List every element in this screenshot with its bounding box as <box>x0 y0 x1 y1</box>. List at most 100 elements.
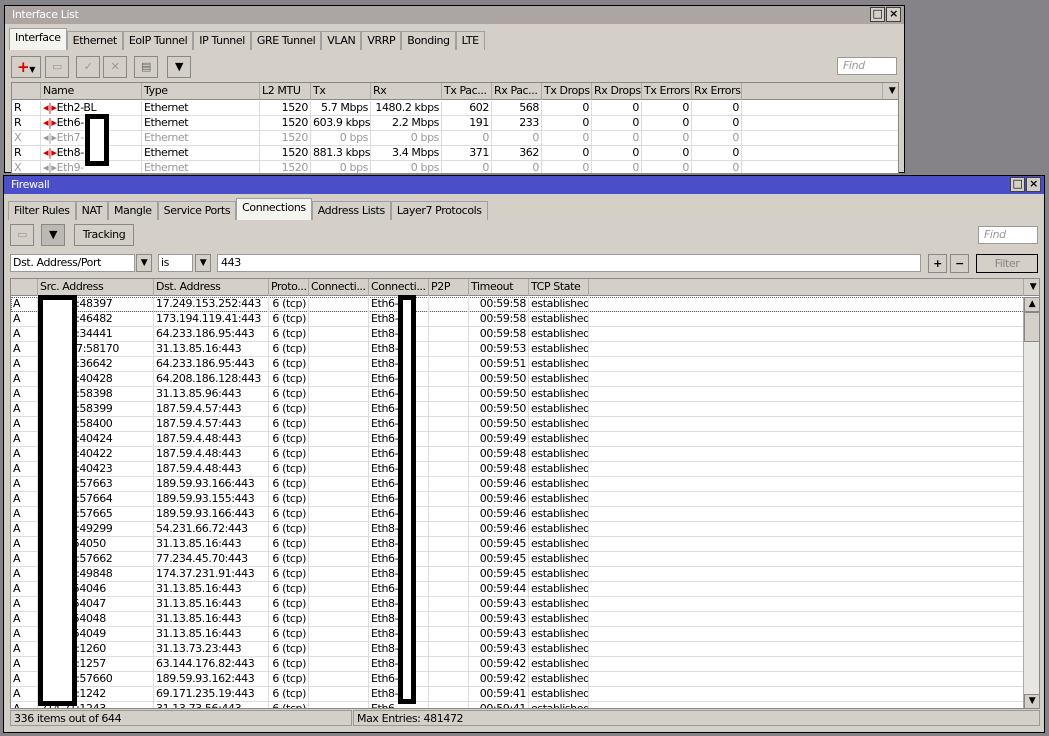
column-header[interactable] <box>11 279 38 296</box>
chevron-down-icon[interactable]: ▼ <box>195 254 211 272</box>
chevron-down-icon[interactable]: ▼ <box>136 254 152 272</box>
tab-ethernet[interactable]: Ethernet <box>66 31 123 50</box>
find-input[interactable]: Find <box>978 226 1038 244</box>
column-header[interactable]: Timeout <box>469 279 529 296</box>
column-header[interactable]: Proto... <box>269 279 309 296</box>
column-header[interactable]: Name <box>41 83 142 100</box>
tab-connections[interactable]: Connections <box>236 198 312 220</box>
tab-eoip-tunnel[interactable]: EoIP Tunnel <box>122 31 194 50</box>
scroll-up-icon[interactable]: ▲ <box>1024 297 1039 312</box>
table-row[interactable]: A214.55:5839831.13.85.96:4436 (tcp)Eth6-… <box>11 387 1039 402</box>
remove-button[interactable]: ▭ <box>10 224 34 246</box>
column-header[interactable]: Tx Pac... <box>442 83 492 100</box>
table-row[interactable]: A214.21:124331.13.73.56:4436 (tcp)Eth6-0… <box>11 702 1039 708</box>
table-row[interactable]: A214.44:57663189.59.93.166:4436 (tcp)Eth… <box>11 477 1039 492</box>
table-row[interactable]: A214.39:46482173.194.119.41:4436 (tcp)Et… <box>11 312 1039 327</box>
table-row[interactable]: A214.6:5404831.13.85.16:4436 (tcp)Eth8-0… <box>11 612 1039 627</box>
table-row[interactable]: A214.44:57664189.59.93.155:4436 (tcp)Eth… <box>11 492 1039 507</box>
table-row[interactable]: A214.42:4042864.208.186.128:4436 (tcp)Et… <box>11 372 1039 387</box>
tab-bonding[interactable]: Bonding <box>401 31 456 50</box>
table-row[interactable]: A214.42:40424187.59.4.48:4436 (tcp)Eth6-… <box>11 432 1039 447</box>
tab-ip-tunnel[interactable]: IP Tunnel <box>193 31 251 50</box>
remove-filter-button[interactable]: − <box>950 254 969 273</box>
table-row[interactable]: A214.44:57665189.59.93.166:4436 (tcp)Eth… <box>11 507 1039 522</box>
tab-filter-rules[interactable]: Filter Rules <box>8 201 76 220</box>
table-row[interactable]: R ◂|▸Eth2-BL Ethernet 1520 5.7 Mbps 1480.2 kb… <box>12 101 898 116</box>
table-row[interactable]: A214.21:126031.13.73.23:4436 (tcp)Eth8-0… <box>11 642 1039 657</box>
column-header[interactable]: Tx Drops <box>542 83 592 100</box>
apply-filter-button[interactable]: Filter <box>976 254 1038 273</box>
scroll-down-icon[interactable]: ▼ <box>1024 694 1039 708</box>
tab-address-lists[interactable]: Address Lists <box>311 201 391 220</box>
remove-button[interactable]: ▭ <box>45 56 69 78</box>
tab-lte[interactable]: LTE <box>455 31 485 50</box>
tab-nat[interactable]: NAT <box>75 201 109 220</box>
tab-mangle[interactable]: Mangle <box>108 201 158 220</box>
column-header[interactable]: Rx Drops <box>592 83 642 100</box>
disable-button[interactable]: ✕ <box>103 56 127 78</box>
table-row[interactable]: A 214.227:58170 31.13.85.16:443 6 (tcp) Eth8… <box>11 342 1039 357</box>
column-header[interactable] <box>12 83 41 100</box>
tab-vrrp[interactable]: VRRP <box>361 31 402 50</box>
column-header[interactable]: Rx Pac... <box>492 83 542 100</box>
enable-button[interactable]: ✓ <box>76 56 100 78</box>
table-row[interactable]: A214.15:4839717.249.153.252:4436 (tcp)Et… <box>11 297 1039 312</box>
table-row[interactable]: A214.39:3664264.233.186.95:4436 (tcp)Eth… <box>11 357 1039 372</box>
tab-interface[interactable]: Interface <box>9 28 67 50</box>
filter-value-input[interactable]: 443 <box>217 254 921 272</box>
scrollbar[interactable]: ▲ ▼ <box>1023 297 1039 708</box>
column-header[interactable]: Rx <box>371 83 442 100</box>
tab-service-ports[interactable]: Service Ports <box>157 201 237 220</box>
filter-operator-select[interactable]: is <box>158 254 193 272</box>
firewall-title-bar[interactable]: Firewall □ × <box>4 176 1044 194</box>
column-header[interactable]: TCP State <box>529 279 589 296</box>
table-row[interactable]: A214.44:5766277.234.45.70:4436 (tcp)Eth6… <box>11 552 1039 567</box>
table-row[interactable]: R ◂|▸Eth6- Ethernet 1520 603.9 kbps 2.2 Mbps 1… <box>12 116 898 131</box>
table-row[interactable]: A214.55:58399187.59.4.57:4436 (tcp)Eth6-… <box>11 402 1039 417</box>
maximize-icon[interactable]: □ <box>1010 177 1025 192</box>
table-row[interactable]: A214.6:5404931.13.85.16:4436 (tcp)Eth8-0… <box>11 627 1039 642</box>
column-header[interactable]: Tx <box>311 83 371 100</box>
column-header[interactable]: P2P <box>429 279 469 296</box>
table-row[interactable]: A214.55:58400187.59.4.57:4436 (tcp)Eth6-… <box>11 417 1039 432</box>
find-input[interactable]: Find <box>837 57 897 75</box>
close-icon[interactable]: × <box>886 7 901 22</box>
maximize-icon[interactable]: □ <box>870 7 885 22</box>
table-row[interactable]: X ◂|▸Eth7- Ethernet 1520 0 bps 0 bps 0 0 0 0 0 0 <box>12 131 898 146</box>
close-icon[interactable]: × <box>1026 177 1041 192</box>
tab-vlan[interactable]: VLAN <box>321 31 362 50</box>
column-header[interactable]: Type <box>142 83 260 100</box>
table-row[interactable]: A214.42:40423187.59.4.48:4436 (tcp)Eth6-… <box>11 462 1039 477</box>
interface-title-bar[interactable]: Interface List □ × <box>5 6 904 24</box>
table-row[interactable]: A214.47:4929954.231.66.72:4436 (tcp)Eth8… <box>11 522 1039 537</box>
filter-field-select[interactable]: Dst. Address/Port <box>10 254 135 272</box>
table-row[interactable]: A214.6:5405031.13.85.16:4436 (tcp)Eth8-0… <box>11 537 1039 552</box>
table-row[interactable]: A214.6:5404631.13.85.16:4436 (tcp)Eth6-0… <box>11 582 1039 597</box>
column-menu-icon[interactable]: ▼ <box>882 83 898 100</box>
filter-button[interactable]: ▼ <box>41 224 65 246</box>
column-header[interactable]: L2 MTU <box>260 83 311 100</box>
column-menu-icon[interactable]: ▼ <box>1023 279 1039 296</box>
table-row[interactable]: X ◂|▸Eth9- Ethernet 1520 0 bps 0 bps 0 0 0 0 0 0 <box>12 161 898 173</box>
tracking-button[interactable]: Tracking <box>74 224 134 246</box>
filter-button[interactable]: ▼ <box>167 56 191 78</box>
table-row[interactable]: A214.21:125763.144.176.82:4436 (tcp)Eth8… <box>11 657 1039 672</box>
column-header[interactable]: Tx Errors <box>642 83 692 100</box>
table-row[interactable]: A214.54:3444164.233.186.95:4436 (tcp)Eth… <box>11 327 1039 342</box>
column-header[interactable]: Dst. Address <box>154 279 269 296</box>
table-row[interactable]: A214.21:124269.171.235.19:4436 (tcp)Eth8… <box>11 687 1039 702</box>
tab-gre-tunnel[interactable]: GRE Tunnel <box>250 31 322 50</box>
column-header[interactable]: Src. Address <box>38 279 154 296</box>
add-filter-button[interactable]: + <box>928 254 947 273</box>
table-row[interactable]: A214.44:57660189.59.93.162:4436 (tcp)Eth… <box>11 672 1039 687</box>
column-header[interactable]: Rx Errors <box>692 83 742 100</box>
add-button[interactable]: +▼ <box>11 56 41 78</box>
column-header[interactable]: Connecti... <box>309 279 369 296</box>
table-row[interactable]: A214.54:49848174.37.231.91:4436 (tcp)Eth… <box>11 567 1039 582</box>
table-row[interactable]: A214.6:5404731.13.85.16:4436 (tcp)Eth8-0… <box>11 597 1039 612</box>
tab-layer7-protocols[interactable]: Layer7 Protocols <box>390 201 488 220</box>
comment-button[interactable]: ▤ <box>134 56 158 78</box>
column-header[interactable]: Connecti... <box>369 279 429 296</box>
table-row[interactable]: A214.42:40422187.59.4.48:4436 (tcp)Eth6-… <box>11 447 1039 462</box>
scroll-thumb[interactable] <box>1024 312 1039 342</box>
